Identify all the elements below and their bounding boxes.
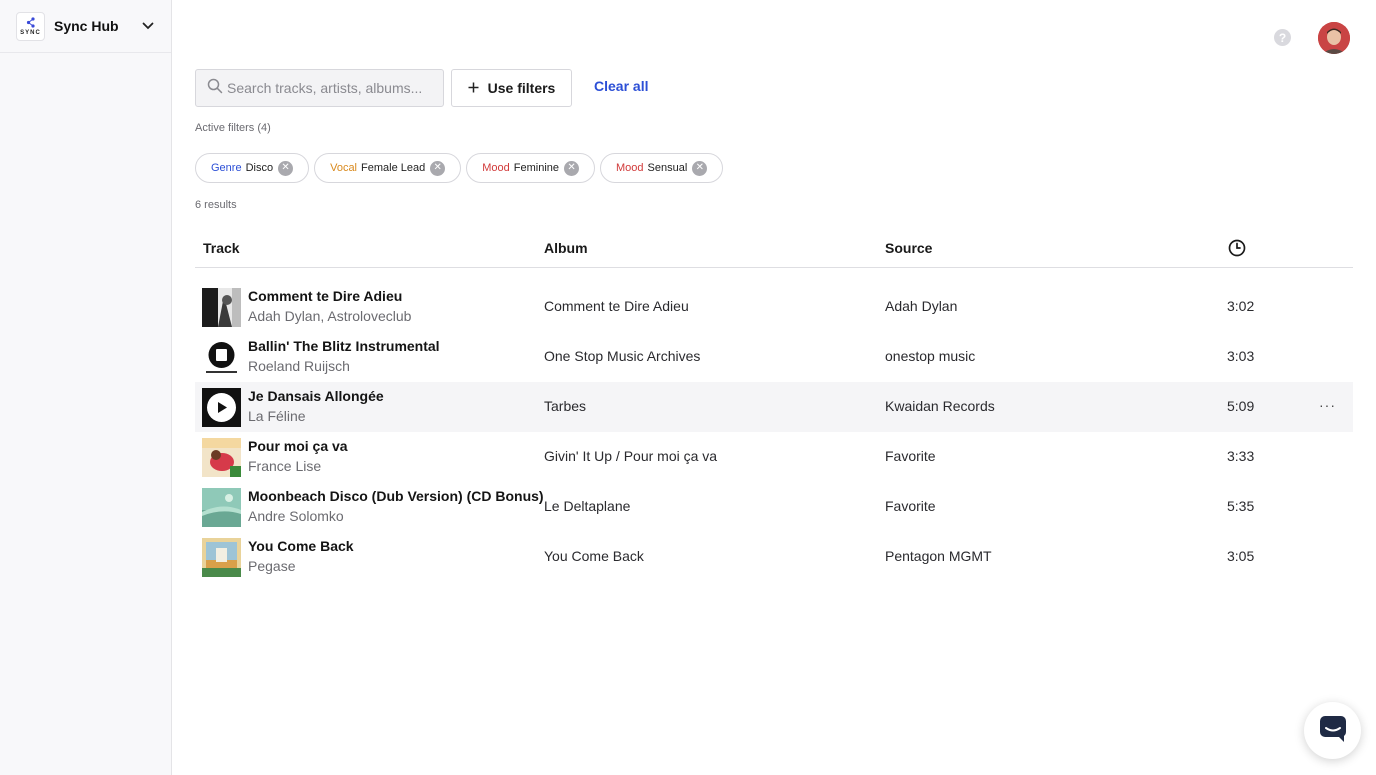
- chip-value: Feminine: [513, 162, 560, 174]
- chat-bubble-icon: [1318, 713, 1348, 748]
- chip-key: Mood: [482, 162, 510, 174]
- remove-filter-icon[interactable]: ✕: [564, 160, 580, 176]
- active-filters-label: Active filters (4): [195, 122, 271, 134]
- album-art: [202, 288, 241, 327]
- help-icon[interactable]: ?: [1274, 29, 1291, 46]
- track-title[interactable]: Pour moi ça va: [248, 438, 348, 454]
- track-source: Adah Dylan: [885, 298, 958, 314]
- table-row[interactable]: You Come Back Pegase You Come Back Penta…: [195, 532, 1353, 582]
- search-input[interactable]: [227, 80, 427, 96]
- table-row[interactable]: Comment te Dire Adieu Adah Dylan, Astrol…: [195, 282, 1353, 332]
- column-header-source[interactable]: Source: [885, 240, 932, 256]
- table-row[interactable]: Ballin' The Blitz Instrumental Roeland R…: [195, 332, 1353, 382]
- track-duration: 3:03: [1227, 348, 1255, 364]
- more-options-icon[interactable]: ···: [1319, 397, 1336, 413]
- track-title[interactable]: You Come Back: [248, 538, 354, 554]
- track-source: Favorite: [885, 448, 936, 464]
- search-box[interactable]: [195, 69, 444, 107]
- track-artist[interactable]: Andre Solomko: [248, 508, 344, 524]
- plus-icon: [468, 80, 479, 96]
- filter-chip-mood-sensual[interactable]: Mood Sensual ✕: [600, 153, 724, 183]
- filter-chip-mood-feminine[interactable]: Mood Feminine ✕: [466, 153, 596, 183]
- filter-chip-genre[interactable]: Genre Disco ✕: [195, 153, 310, 183]
- track-album[interactable]: Tarbes: [544, 398, 586, 414]
- table-row[interactable]: Je Dansais Allongée La Féline Tarbes Kwa…: [195, 382, 1353, 432]
- track-duration: 3:02: [1227, 298, 1255, 314]
- track-duration: 3:33: [1227, 448, 1255, 464]
- album-art: [202, 538, 241, 577]
- track-title[interactable]: Moonbeach Disco (Dub Version) (CD Bonus): [248, 488, 544, 504]
- track-album[interactable]: Givin' It Up / Pour moi ça va: [544, 448, 717, 464]
- track-album[interactable]: Comment te Dire Adieu: [544, 298, 689, 314]
- chip-value: Disco: [245, 162, 274, 174]
- track-artist[interactable]: France Lise: [248, 458, 321, 474]
- chip-value: Female Lead: [361, 162, 426, 174]
- track-album[interactable]: Le Deltaplane: [544, 498, 630, 514]
- clock-icon[interactable]: [1228, 239, 1246, 262]
- workspace-switcher[interactable]: SYNC Sync Hub: [0, 0, 171, 53]
- chip-key: Vocal: [330, 162, 358, 174]
- use-filters-button[interactable]: Use filters: [451, 69, 572, 107]
- chevron-down-icon[interactable]: [142, 22, 154, 30]
- play-button[interactable]: [202, 388, 241, 427]
- workspace-name: Sync Hub: [54, 18, 119, 34]
- track-album[interactable]: You Come Back: [544, 548, 644, 564]
- track-title[interactable]: Je Dansais Allongée: [248, 388, 384, 404]
- track-artist[interactable]: Roeland Ruijsch: [248, 358, 350, 374]
- logo-text: SYNC: [20, 29, 41, 36]
- track-source: Pentagon MGMT: [885, 548, 992, 564]
- chat-widget-button[interactable]: [1304, 702, 1361, 759]
- sync-logo: SYNC: [16, 11, 45, 41]
- album-art: [202, 338, 241, 377]
- track-title[interactable]: Ballin' The Blitz Instrumental: [248, 338, 440, 354]
- track-artist[interactable]: Pegase: [248, 558, 295, 574]
- track-source: onestop music: [885, 348, 976, 364]
- track-duration: 5:09: [1227, 398, 1255, 414]
- track-duration: 3:05: [1227, 548, 1255, 564]
- track-album[interactable]: One Stop Music Archives: [544, 348, 700, 364]
- track-duration: 5:35: [1227, 498, 1255, 514]
- avatar[interactable]: [1318, 22, 1350, 54]
- sidebar: SYNC Sync Hub: [0, 0, 172, 775]
- column-header-album[interactable]: Album: [544, 240, 588, 256]
- search-icon: [207, 78, 223, 99]
- track-source: Kwaidan Records: [885, 398, 995, 414]
- clear-all-link[interactable]: Clear all: [594, 78, 648, 94]
- table-header: Track Album Source: [195, 230, 1353, 268]
- track-source: Favorite: [885, 498, 936, 514]
- track-title[interactable]: Comment te Dire Adieu: [248, 288, 402, 304]
- chip-key: Genre: [211, 162, 242, 174]
- album-art: [202, 438, 241, 477]
- track-artist[interactable]: La Féline: [248, 408, 306, 424]
- track-artist[interactable]: Adah Dylan, Astroloveclub: [248, 308, 411, 324]
- chip-value: Sensual: [647, 162, 688, 174]
- play-icon: [207, 393, 236, 422]
- table-row[interactable]: Pour moi ça va France Lise Givin' It Up …: [195, 432, 1353, 482]
- chip-key: Mood: [616, 162, 644, 174]
- share-icon: [26, 16, 35, 28]
- results-count: 6 results: [195, 199, 237, 211]
- table-row[interactable]: Moonbeach Disco (Dub Version) (CD Bonus)…: [195, 482, 1353, 532]
- remove-filter-icon[interactable]: ✕: [278, 160, 294, 176]
- filter-chip-vocal[interactable]: Vocal Female Lead ✕: [314, 153, 462, 183]
- use-filters-label: Use filters: [487, 80, 556, 96]
- remove-filter-icon[interactable]: ✕: [430, 160, 446, 176]
- remove-filter-icon[interactable]: ✕: [692, 160, 708, 176]
- column-header-track[interactable]: Track: [203, 240, 240, 256]
- album-art: [202, 488, 241, 527]
- filter-chips: Genre Disco ✕ Vocal Female Lead ✕ Mood F…: [195, 153, 724, 183]
